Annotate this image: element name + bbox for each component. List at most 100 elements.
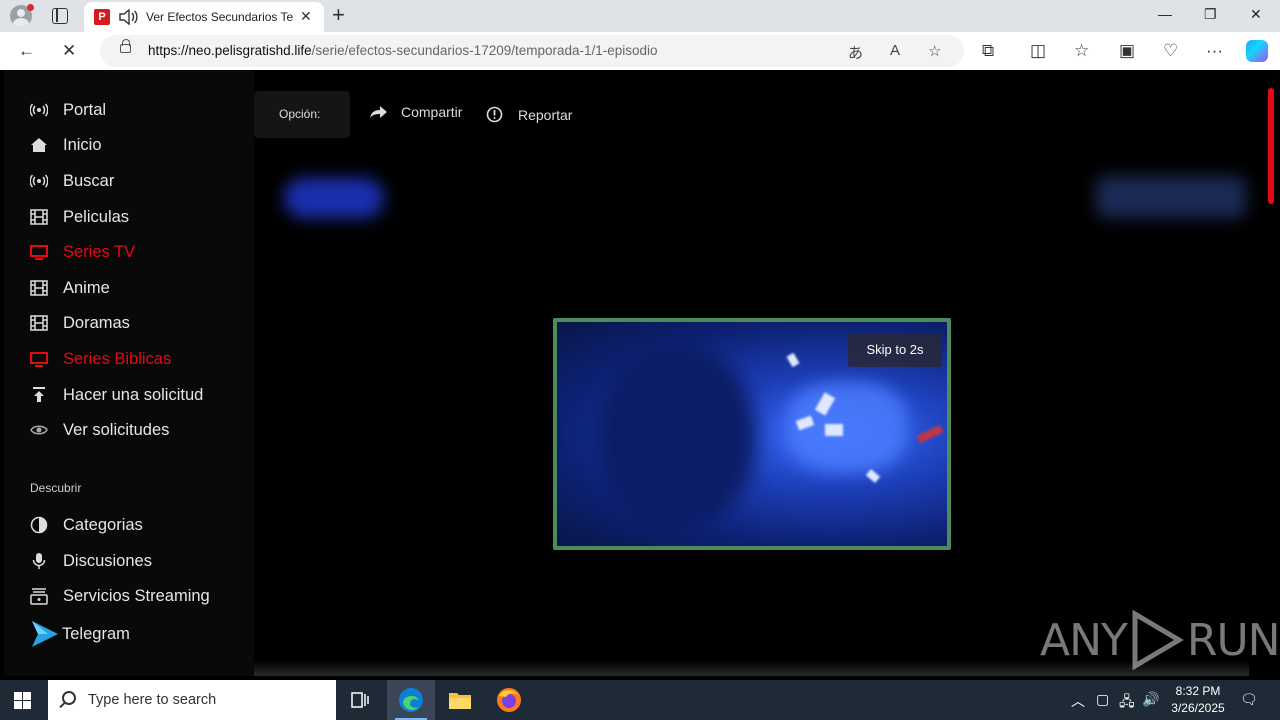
sidebar-item-label: Series Biblicas: [63, 349, 172, 368]
skip-ad-button[interactable]: Skip to 2s: [848, 333, 942, 367]
option-selector[interactable]: Opción:: [254, 91, 350, 138]
browser-tab[interactable]: P Ver Efectos Secundarios Tem ✕: [84, 2, 324, 32]
sidebar-item-inicio[interactable]: Inicio: [30, 133, 102, 157]
share-button[interactable]: Compartir: [370, 104, 462, 120]
sidebar-item-categorias[interactable]: Categorias: [30, 513, 143, 537]
sidebar-item-label: Servicios Streaming: [63, 586, 210, 605]
sidebar-item-telegram[interactable]: Telegram: [30, 621, 130, 647]
broadcast-icon: [30, 174, 48, 188]
firefox-icon[interactable]: [485, 680, 533, 720]
clock-time: 8:32 PM: [1175, 684, 1221, 698]
option-label: Opción:: [279, 107, 321, 121]
speaker-icon[interactable]: [118, 8, 138, 26]
page-content: Portal Inicio Buscar Peliculas Series TV…: [4, 70, 1280, 676]
sidebar-item-portal[interactable]: Portal: [30, 98, 106, 122]
close-icon[interactable]: ✕: [300, 8, 312, 25]
scrollbar[interactable]: [1268, 88, 1274, 204]
sidebar-item-label: Buscar: [63, 171, 115, 190]
blurred-button-right[interactable]: [1096, 176, 1246, 218]
share-label: Compartir: [401, 104, 463, 120]
sidebar-item-label: Discusiones: [63, 551, 152, 570]
read-aloud-icon[interactable]: A: [890, 42, 900, 59]
url-text[interactable]: https://neo.pelisgratishd.life/serie/efe…: [148, 43, 658, 58]
sidebar-item-buscar[interactable]: Buscar: [30, 169, 114, 193]
minimize-icon[interactable]: —: [1158, 6, 1172, 22]
sidebar-item-label: Doramas: [63, 313, 130, 332]
sidebar-item-label: Categorias: [63, 515, 143, 534]
performance-icon[interactable]: ♡: [1163, 40, 1178, 62]
sidebar-item-servicios-streaming[interactable]: Servicios Streaming: [30, 584, 210, 608]
sidebar: Portal Inicio Buscar Peliculas Series TV…: [4, 70, 254, 676]
back-icon[interactable]: ←: [18, 40, 35, 62]
report-label: Reportar: [518, 106, 573, 123]
sidebar-item-label: Portal: [63, 100, 107, 119]
tabs-icon[interactable]: [52, 8, 68, 24]
taskbar-search-placeholder: Type here to search: [88, 692, 217, 708]
share-icon: [370, 106, 387, 118]
eye-icon: [30, 425, 48, 435]
notifications-icon[interactable]: 🗨: [1240, 691, 1258, 708]
streaming-icon: [30, 588, 48, 605]
collections-icon[interactable]: ▣: [1119, 40, 1135, 62]
edge-taskbar-icon[interactable]: [387, 680, 435, 720]
meet-now-icon[interactable]: ▢: [1096, 691, 1109, 708]
taskbar: Type here to search ︿ ▢ 🖧 🔊 8:32 PM 3/26…: [0, 680, 1280, 720]
sidebar-item-discusiones[interactable]: Discusiones: [30, 549, 152, 573]
stop-icon[interactable]: ✕: [62, 40, 76, 62]
translate-icon[interactable]: あ: [848, 42, 863, 63]
video-shape: [597, 342, 757, 532]
video-glint: [825, 424, 843, 436]
network-icon[interactable]: 🖧: [1119, 691, 1135, 715]
discover-heading: Descubrir: [30, 481, 82, 495]
sidebar-item-label: Series TV: [63, 242, 136, 261]
video-glint: [865, 469, 881, 483]
clock-date: 3/26/2025: [1171, 701, 1225, 715]
contrast-icon: [30, 516, 48, 534]
copilot-icon[interactable]: [1246, 40, 1268, 62]
favorite-icon[interactable]: ☆: [928, 42, 941, 60]
chevron-up-icon[interactable]: ︿: [1071, 691, 1085, 711]
restore-icon[interactable]: ❐: [1204, 6, 1217, 23]
volume-icon[interactable]: 🔊: [1142, 691, 1159, 708]
extensions-icon[interactable]: ⧉: [982, 40, 994, 62]
report-button[interactable]: Reportar: [486, 106, 572, 123]
task-view-icon[interactable]: [336, 680, 384, 720]
sidebar-item-label: Anime: [63, 278, 110, 297]
windows-start-icon[interactable]: [14, 692, 31, 709]
sidebar-item-anime[interactable]: Anime: [30, 276, 110, 300]
sidebar-item-label: Ver solicitudes: [63, 420, 170, 439]
lock-icon[interactable]: [120, 39, 131, 53]
taskbar-search[interactable]: Type here to search: [48, 680, 336, 720]
warning-icon: [486, 106, 503, 123]
more-icon[interactable]: ···: [1206, 40, 1223, 62]
blurred-button-left[interactable]: [284, 178, 384, 218]
sidebar-item-doramas[interactable]: Doramas: [30, 311, 130, 335]
split-screen-icon[interactable]: ◫: [1030, 40, 1046, 62]
tab-strip: P Ver Efectos Secundarios Tem ✕ + — ❐ ✕: [0, 0, 1280, 32]
microphone-icon: [32, 553, 46, 569]
tv-icon: [30, 245, 48, 260]
site-favicon: P: [94, 9, 110, 25]
browser-toolbar: ← ✕ https://neo.pelisgratishd.life/serie…: [0, 32, 1280, 70]
address-bar[interactable]: https://neo.pelisgratishd.life/serie/efe…: [100, 35, 964, 67]
file-explorer-icon[interactable]: [436, 680, 484, 720]
sidebar-item-ver-solicitudes[interactable]: Ver solicitudes: [30, 418, 169, 442]
sidebar-item-label: Hacer una solicitud: [63, 385, 204, 404]
taskbar-clock[interactable]: 8:32 PM 3/26/2025: [1160, 683, 1236, 717]
sidebar-item-series-tv[interactable]: Series TV: [30, 240, 135, 264]
sidebar-item-hacer-solicitud[interactable]: Hacer una solicitud: [30, 383, 203, 407]
tv-icon: [30, 352, 48, 367]
film-icon: [30, 280, 48, 296]
video-glint: [786, 352, 800, 368]
window-close-icon[interactable]: ✕: [1250, 6, 1262, 23]
sidebar-item-series-biblicas[interactable]: Series Biblicas: [30, 347, 171, 371]
new-tab-icon[interactable]: +: [332, 4, 345, 26]
sidebar-item-label: Telegram: [62, 624, 130, 643]
telegram-icon: [32, 621, 58, 647]
anyrun-watermark: ANY RUN: [1040, 610, 1280, 670]
url-host: https://neo.pelisgratishd.life: [148, 43, 312, 58]
favorites-icon[interactable]: ☆: [1074, 40, 1089, 62]
sidebar-item-peliculas[interactable]: Peliculas: [30, 205, 129, 229]
upload-icon: [33, 387, 45, 402]
search-icon: [62, 691, 76, 705]
